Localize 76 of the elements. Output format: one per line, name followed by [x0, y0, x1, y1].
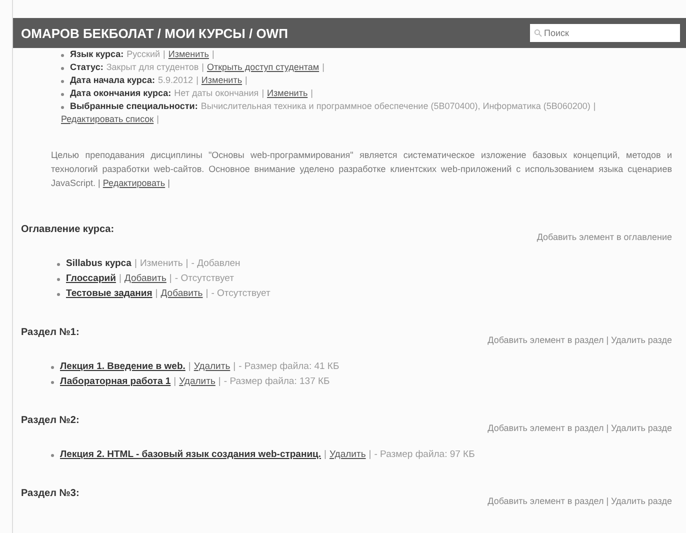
- value-text: Изменить: [140, 257, 183, 271]
- separator-text: |: [593, 100, 596, 113]
- action-link[interactable]: Удалить: [330, 447, 366, 462]
- action-link[interactable]: Изменить: [168, 48, 209, 61]
- separator-text: |: [169, 272, 172, 286]
- value-text: - Отсутствует: [174, 272, 234, 286]
- separator-text: |: [245, 74, 248, 87]
- separator-text: |: [134, 257, 137, 271]
- separator-text: |: [118, 272, 122, 286]
- bullet-icon: [61, 93, 64, 96]
- separator-text: |: [324, 448, 326, 462]
- search-field[interactable]: Поиск: [530, 24, 680, 42]
- separator-text: |: [196, 74, 198, 87]
- value-text: 5.9.2012: [158, 74, 194, 87]
- bullet-icon: [51, 381, 54, 384]
- action-link[interactable]: Редактировать список: [61, 113, 154, 126]
- separator-text: |: [212, 48, 214, 61]
- bullet-icon: [61, 106, 64, 109]
- bullet-icon: [61, 67, 64, 70]
- value-text: Русский: [126, 48, 160, 61]
- separator-text: |: [188, 360, 191, 374]
- value-text: Вычислительная техника и программное обеспечение (5В070400), Информатика (5В060200): [200, 100, 590, 113]
- value-text: - Размер файла: 41 КБ: [238, 360, 340, 374]
- item-link[interactable]: Лекция 2. HTML - базовый язык создания web-страниц.: [60, 447, 322, 462]
- section-title: Раздел №2:: [21, 415, 80, 428]
- separator-text: |: [155, 287, 158, 301]
- field-label: Язык курса:: [70, 48, 124, 61]
- separator-text: |: [262, 87, 264, 100]
- value-text: - Размер файла: 137 КБ: [224, 375, 330, 389]
- value-text: Закрыт для студентов: [106, 61, 199, 74]
- field-label: Выбранные специальности:: [70, 100, 198, 113]
- item-link[interactable]: Тестовые задания: [66, 286, 152, 301]
- value-text: - Отсутствует: [211, 287, 270, 301]
- item-link[interactable]: Глоссарий: [66, 271, 116, 286]
- course-description: Целью преподавания дисциплины "Основы web-программирования" является систематическое изложение базовых концепций, методов и технологий разработки web-сайтов. Основное внимание уделено разработке клиентских web-приложений с использованием языка сценариев JavaScript. | Редактировать |: [51, 149, 672, 190]
- section-title: Раздел №1:: [21, 327, 80, 340]
- separator-text: |: [206, 287, 208, 301]
- bullet-icon: [61, 80, 64, 83]
- action-link[interactable]: Удалить: [179, 374, 216, 389]
- action-link[interactable]: Открыть доступ студентам: [206, 61, 320, 74]
- action-link[interactable]: Добавить: [124, 271, 166, 286]
- item-title: Sillabus курса: [66, 257, 132, 271]
- separator-text: |: [368, 448, 372, 462]
- breadcrumb: ОМАРОВ БЕКБОЛАТ / МОИ КУРСЫ / OWП: [21, 26, 288, 40]
- section-title: Раздел №3:: [21, 488, 80, 501]
- separator-text: |: [322, 61, 324, 74]
- separator-text: |: [233, 360, 236, 374]
- value-text: Нет даты окончания: [174, 87, 259, 100]
- separator-text: |: [186, 257, 188, 271]
- separator-text: |: [156, 113, 159, 126]
- search-icon: [534, 29, 542, 37]
- field-label: Дата окончания курса:: [70, 87, 172, 100]
- bullet-icon: [61, 54, 64, 57]
- value-text: - Размер файла: 97 КБ: [374, 448, 475, 462]
- action-link[interactable]: Удалить: [194, 359, 230, 374]
- action-link[interactable]: Изменить: [267, 87, 308, 100]
- field-label: Дата начала курса:: [70, 74, 156, 87]
- value-text: - Добавлен: [191, 257, 240, 271]
- item-link[interactable]: Лабораторная работа 1: [60, 374, 171, 389]
- bullet-icon: [57, 293, 60, 296]
- section-actions[interactable]: Добавить элемент в оглавление: [536, 232, 672, 242]
- section-title: Оглавление курса:: [21, 224, 114, 237]
- separator-text: |: [310, 87, 313, 100]
- edit-link[interactable]: Редактировать: [102, 178, 166, 188]
- item-link[interactable]: Лекция 1. Введение в web.: [60, 359, 186, 374]
- separator-text: |: [163, 48, 166, 61]
- bullet-icon: [57, 263, 60, 266]
- action-link[interactable]: Изменить: [201, 74, 242, 87]
- bullet-icon: [51, 366, 54, 369]
- separator-text: |: [218, 375, 221, 389]
- separator-text: |: [174, 375, 176, 389]
- bullet-icon: [57, 278, 60, 281]
- bullet-icon: [51, 454, 54, 457]
- separator-text: |: [202, 61, 204, 74]
- field-label: Статус:: [70, 61, 104, 74]
- action-link[interactable]: Добавить: [160, 286, 203, 301]
